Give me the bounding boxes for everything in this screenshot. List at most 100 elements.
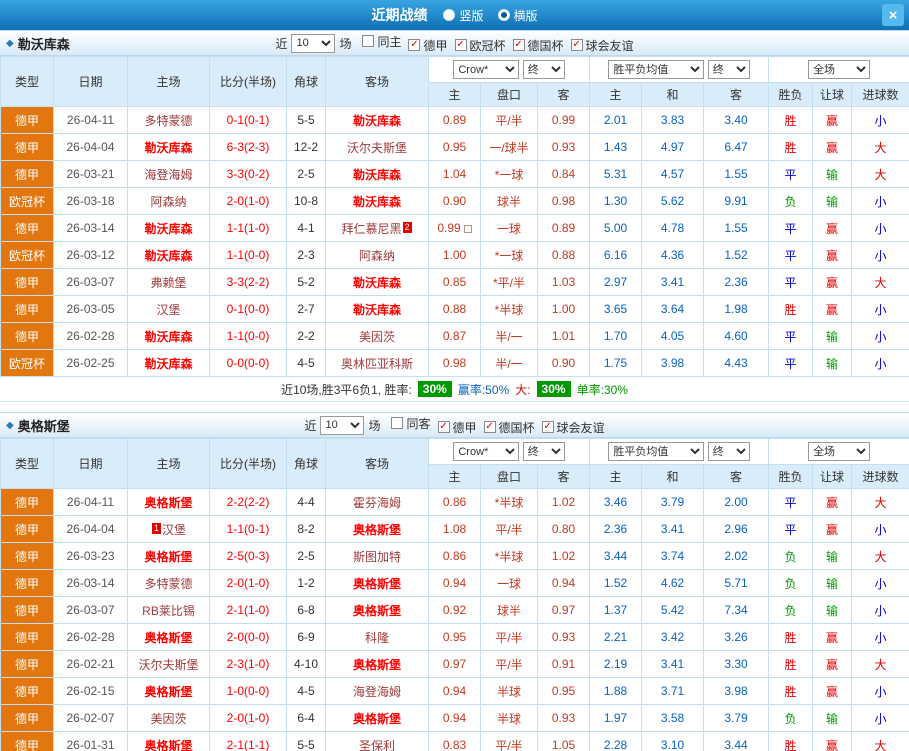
layout-radio-option[interactable]: 竖版 xyxy=(443,7,483,24)
checkbox-icon[interactable]: ✓ xyxy=(571,39,583,51)
filter-checkbox[interactable]: ✓德甲 xyxy=(408,37,447,54)
team-name[interactable]: 奥格斯堡 xyxy=(353,658,401,672)
score-link[interactable]: 1-1(0-0) xyxy=(210,242,287,269)
team-name[interactable]: 海登海姆 xyxy=(353,685,401,699)
score-link[interactable]: 3-3(0-2) xyxy=(210,161,287,188)
checkbox-icon[interactable]: ✓ xyxy=(455,39,467,51)
team-name[interactable]: 奥格斯堡 xyxy=(144,496,192,510)
team-name[interactable]: 沃尔夫斯堡 xyxy=(138,658,198,672)
home-team-cell: 多特蒙德 xyxy=(128,107,210,134)
bookmaker-select[interactable]: Crow* xyxy=(453,442,519,461)
checkbox-icon[interactable]: ✓ xyxy=(438,421,450,433)
score-link[interactable]: 0-1(0-0) xyxy=(210,296,287,323)
team-name[interactable]: 霍芬海姆 xyxy=(353,496,401,510)
bookmaker-select[interactable]: Crow* xyxy=(453,60,519,79)
team-name[interactable]: 勒沃库森 xyxy=(353,168,401,182)
team-name[interactable]: 勒沃库森 xyxy=(144,222,192,236)
checkbox-icon[interactable] xyxy=(391,417,403,429)
filter-checkbox[interactable]: 同主 xyxy=(362,33,401,50)
recent-count-select[interactable]: 10 xyxy=(320,416,364,435)
team-name[interactable]: 斯图加特 xyxy=(353,550,401,564)
team-name[interactable]: 奥格斯堡 xyxy=(144,631,192,645)
team-name[interactable]: 勒沃库森 xyxy=(144,357,192,371)
team-name[interactable]: 多特蒙德 xyxy=(144,114,192,128)
score-link[interactable]: 2-0(1-0) xyxy=(210,188,287,215)
team-name[interactable]: 勒沃库森 xyxy=(144,330,192,344)
team-name[interactable]: 海登海姆 xyxy=(144,168,192,182)
team-name[interactable]: 勒沃库森 xyxy=(353,195,401,209)
team-name[interactable]: 阿森纳 xyxy=(359,249,395,263)
radio-icon[interactable] xyxy=(498,9,510,21)
checkbox-icon[interactable]: ✓ xyxy=(542,421,554,433)
score-link[interactable]: 6-3(2-3) xyxy=(210,134,287,161)
filter-checkbox[interactable]: ✓德国杯 xyxy=(513,37,564,54)
score-link[interactable]: 2-3(1-0) xyxy=(210,651,287,678)
team-name[interactable]: 勒沃库森 xyxy=(144,141,192,155)
team-name[interactable]: 美因茨 xyxy=(150,712,186,726)
score-link[interactable]: 2-1(1-1) xyxy=(210,732,287,751)
score-link[interactable]: 1-1(0-0) xyxy=(210,323,287,350)
team-name[interactable]: 奥格斯堡 xyxy=(353,712,401,726)
team-name[interactable]: 奥格斯堡 xyxy=(353,523,401,537)
checkbox-icon[interactable] xyxy=(362,35,374,47)
rank-badge: 2 xyxy=(403,222,412,233)
final-odds-select-2[interactable]: 终 xyxy=(708,60,750,79)
final-odds-select[interactable]: 终 xyxy=(523,442,565,461)
score-link[interactable]: 1-1(1-0) xyxy=(210,215,287,242)
checkbox-icon[interactable]: ✓ xyxy=(408,39,420,51)
home-team-cell: 勒沃库森 xyxy=(128,350,210,377)
filter-checkbox[interactable]: ✓德甲 xyxy=(438,419,477,436)
score-link[interactable]: 2-0(1-0) xyxy=(210,705,287,732)
filter-checkbox[interactable]: ✓德国杯 xyxy=(484,419,535,436)
final-odds-select-2[interactable]: 终 xyxy=(708,442,750,461)
filter-checkbox[interactable]: ✓球会友谊 xyxy=(571,37,634,54)
score-link[interactable]: 2-0(1-0) xyxy=(210,570,287,597)
filter-checkbox[interactable]: ✓欧冠杯 xyxy=(455,37,506,54)
team-name[interactable]: 沃尔夫斯堡 xyxy=(347,141,407,155)
scope-select[interactable]: 全场 xyxy=(808,60,870,79)
team-name[interactable]: 弗赖堡 xyxy=(150,276,186,290)
recent-count-select[interactable]: 10 xyxy=(291,34,335,53)
final-odds-select[interactable]: 终 xyxy=(523,60,565,79)
score-link[interactable]: 2-5(0-3) xyxy=(210,543,287,570)
team-name[interactable]: 奥林匹亚科斯 xyxy=(341,357,413,371)
filter-checkbox[interactable]: ✓球会友谊 xyxy=(542,419,605,436)
layout-radio-option[interactable]: 横版 xyxy=(498,7,538,24)
checkbox-icon[interactable]: ✓ xyxy=(484,421,496,433)
team-name[interactable]: 勒沃库森 xyxy=(144,249,192,263)
team-name[interactable]: 勒沃库森 xyxy=(353,276,401,290)
score-link[interactable]: 2-2(2-2) xyxy=(210,489,287,516)
eu-home-odds: 1.37 xyxy=(590,597,642,624)
team-name[interactable]: 汉堡 xyxy=(156,303,180,317)
team-name[interactable]: 圣保利 xyxy=(359,739,395,751)
close-icon[interactable]: × xyxy=(882,4,904,26)
trend-icon[interactable] xyxy=(464,225,472,233)
checkbox-icon[interactable]: ✓ xyxy=(513,39,525,51)
team-name[interactable]: 奥格斯堡 xyxy=(144,685,192,699)
team-name[interactable]: 阿森纳 xyxy=(150,195,186,209)
score-link[interactable]: 0-0(0-0) xyxy=(210,350,287,377)
score-link[interactable]: 2-1(1-0) xyxy=(210,597,287,624)
score-link[interactable]: 1-1(0-1) xyxy=(210,516,287,543)
team-name[interactable]: 勒沃库森 xyxy=(353,303,401,317)
team-name[interactable]: 拜仁慕尼黑 xyxy=(341,222,401,236)
team-name[interactable]: 奥格斯堡 xyxy=(353,577,401,591)
team-name[interactable]: 奥格斯堡 xyxy=(353,604,401,618)
score-link[interactable]: 0-1(0-1) xyxy=(210,107,287,134)
score-link[interactable]: 1-0(0-0) xyxy=(210,678,287,705)
team-name[interactable]: 奥格斯堡 xyxy=(144,550,192,564)
team-name[interactable]: 汉堡 xyxy=(162,523,186,537)
team-name[interactable]: 美因茨 xyxy=(359,330,395,344)
score-link[interactable]: 3-3(2-2) xyxy=(210,269,287,296)
team-name[interactable]: 奥格斯堡 xyxy=(144,739,192,751)
team-name[interactable]: RB莱比锡 xyxy=(142,604,195,618)
score-link[interactable]: 2-0(0-0) xyxy=(210,624,287,651)
team-name[interactable]: 科隆 xyxy=(365,631,389,645)
filter-checkbox[interactable]: 同客 xyxy=(391,415,430,432)
odds-metric-select[interactable]: 胜平负均值 xyxy=(608,60,704,79)
radio-icon[interactable] xyxy=(443,9,455,21)
team-name[interactable]: 勒沃库森 xyxy=(353,114,401,128)
scope-select[interactable]: 全场 xyxy=(808,442,870,461)
team-name[interactable]: 多特蒙德 xyxy=(144,577,192,591)
odds-metric-select[interactable]: 胜平负均值 xyxy=(608,442,704,461)
